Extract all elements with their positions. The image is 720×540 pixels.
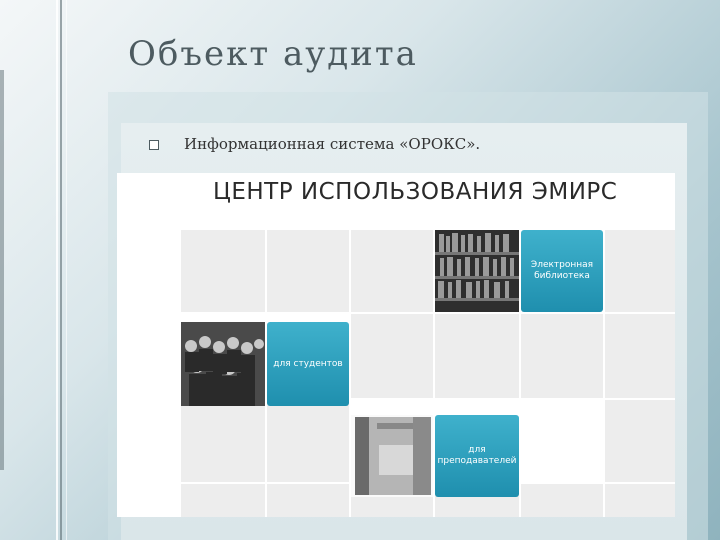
tile-students[interactable]: для студентов: [267, 322, 349, 406]
library-photo: [435, 230, 519, 312]
decorative-line: [56, 0, 58, 540]
grid-cell: [605, 484, 675, 517]
grid-cell: [435, 314, 519, 398]
grid-cell: [267, 400, 349, 482]
grid-cell: [181, 484, 265, 517]
website-screenshot: ЦЕНТР ИСПОЛЬЗОВАНИЯ ЭМИРС Электронная би…: [117, 173, 675, 517]
grid-cell: [181, 400, 265, 482]
tile-e-library-label: Электронная библиотека: [530, 260, 594, 281]
slide-title: Объект аудита: [128, 34, 418, 74]
tile-e-library[interactable]: Электронная библиотека: [521, 230, 603, 312]
bullet-text: Информационная система «ОРОКС».: [184, 135, 481, 153]
grid-cell: [605, 314, 675, 398]
tile-teachers[interactable]: для преподавателей: [435, 415, 519, 497]
teachers-photo: [351, 415, 433, 497]
decorative-line: [66, 0, 67, 540]
bookshelf-image: [435, 230, 519, 312]
decorative-line: [0, 70, 4, 470]
grid-cell: [351, 314, 433, 398]
grid-cell: [181, 230, 265, 312]
grid-cell: [605, 400, 675, 482]
grid-cell: [267, 484, 349, 517]
grid-cell: [267, 230, 349, 312]
students-photo: [181, 322, 265, 406]
tile-teachers-label: для преподавателей: [437, 445, 517, 466]
grid-cell: [351, 230, 433, 312]
site-header: ЦЕНТР ИСПОЛЬЗОВАНИЯ ЭМИРС: [213, 179, 618, 205]
grid-cell: [521, 314, 603, 398]
tile-students-label: для студентов: [273, 358, 343, 369]
decorative-line: [60, 0, 62, 540]
bullet-icon: [149, 140, 159, 150]
grid-cell: [605, 230, 675, 312]
students-image: [181, 322, 265, 406]
textbook-image: [351, 415, 433, 497]
grid-cell: [521, 484, 603, 517]
